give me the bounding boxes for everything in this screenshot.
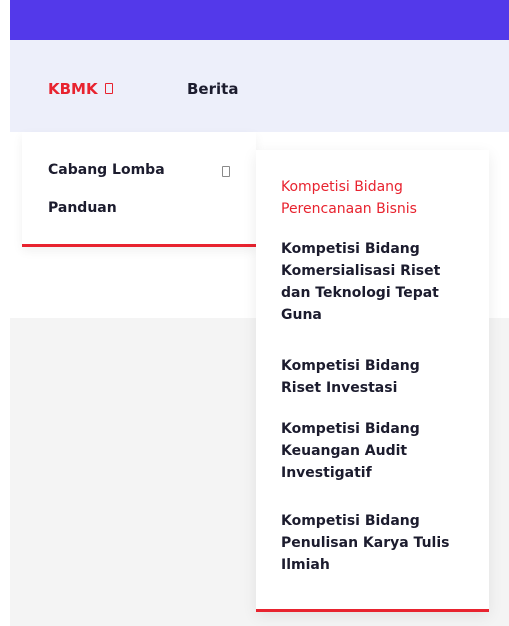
nav-item-label: Berita xyxy=(187,80,239,98)
submenu-item-keuangan-audit[interactable]: Kompetisi Bidang Keuangan Audit Investig… xyxy=(281,418,481,484)
dropdown-item-panduan[interactable]: Panduan xyxy=(48,200,117,216)
glyph-box xyxy=(222,166,230,177)
submenu-item-penulisan-karya-tulis[interactable]: Kompetisi Bidang Penulisan Karya Tulis I… xyxy=(281,510,481,576)
submenu-item-riset-investasi[interactable]: Kompetisi Bidang Riset Investasi xyxy=(281,355,481,399)
dropdown-menu-kbmk: Cabang Lomba Panduan xyxy=(22,132,256,247)
submenu-item-komersialisasi-riset[interactable]: Kompetisi Bidang Komersialisasi Riset da… xyxy=(281,238,481,326)
nav-item-kbmk[interactable]: KBMK xyxy=(48,80,113,98)
nav-item-berita[interactable]: Berita xyxy=(187,80,238,98)
dropdown-submenu-cabang-lomba: Kompetisi Bidang Perencanaan Bisnis Komp… xyxy=(256,150,489,612)
missing-glyph-icon xyxy=(222,166,230,180)
top-bar xyxy=(10,0,509,40)
missing-glyph-icon xyxy=(104,83,113,94)
submenu-item-perencanaan-bisnis[interactable]: Kompetisi Bidang Perencanaan Bisnis xyxy=(281,176,481,220)
nav-item-label: KBMK xyxy=(48,80,98,98)
dropdown-item-cabang-lomba[interactable]: Cabang Lomba xyxy=(48,162,165,178)
